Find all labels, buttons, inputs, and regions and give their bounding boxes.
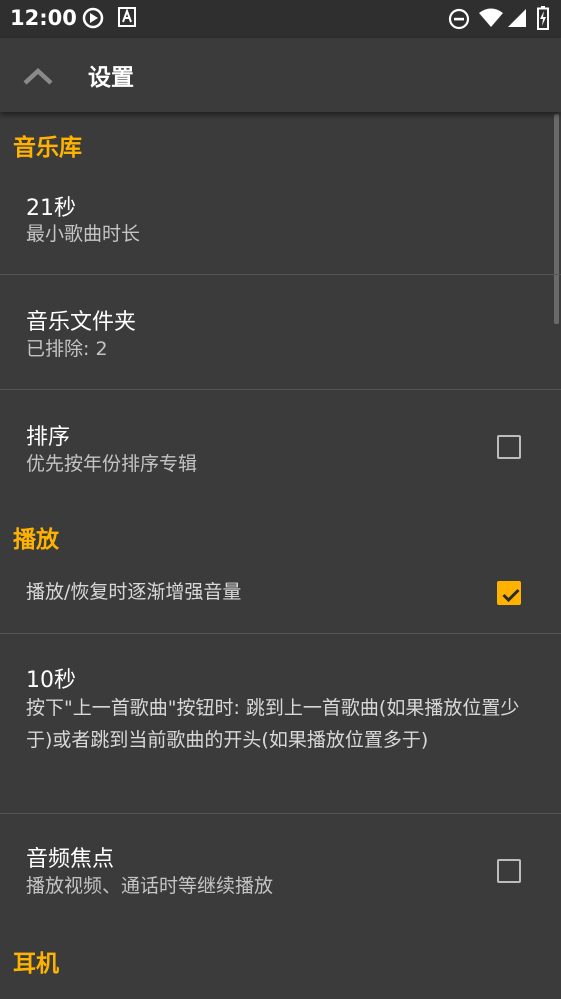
pref-title: 音频焦点 — [26, 847, 115, 872]
scrollbar[interactable] — [554, 114, 559, 324]
divider — [0, 389, 561, 390]
section-header-playback: 播放 — [13, 527, 59, 553]
signal-icon — [507, 8, 527, 32]
status-bar: 12:00 — [0, 0, 561, 38]
pref-summary: 已排除: 2 — [26, 338, 108, 360]
pref-summary: 优先按年份排序专辑 — [26, 453, 198, 475]
page-title: 设置 — [88, 65, 134, 91]
pref-summary: 播放/恢复时逐渐增强音量 — [26, 581, 242, 603]
divider — [0, 633, 561, 634]
pref-title: 音乐文件夹 — [26, 310, 137, 335]
pref-summary: 最小歌曲时长 — [26, 223, 141, 245]
divider — [0, 813, 561, 814]
section-header-library: 音乐库 — [13, 135, 82, 161]
app-bar: 设置 — [0, 38, 561, 112]
pref-title: 排序 — [26, 425, 71, 450]
pref-summary: 播放视频、通话时等继续播放 — [26, 875, 274, 897]
media-play-icon — [82, 7, 104, 33]
pref-summary: 按下"上一首歌曲"按钮时: 跳到上一首歌曲(如果播放位置少于)或者跳到当前歌曲的… — [26, 697, 520, 751]
divider — [0, 274, 561, 275]
wifi-icon — [478, 8, 504, 32]
battery-charging-icon — [537, 6, 549, 34]
section-header-headphones: 耳机 — [13, 951, 59, 977]
do-not-disturb-icon — [448, 8, 470, 34]
keyboard-a-icon — [118, 7, 136, 31]
pref-title: 10秒 — [26, 668, 76, 693]
audio-focus-checkbox[interactable] — [497, 859, 521, 883]
fade-in-checkbox[interactable] — [497, 581, 521, 605]
status-time: 12:00 — [10, 6, 77, 30]
sort-by-year-checkbox[interactable] — [497, 435, 521, 459]
chevron-up-icon[interactable] — [20, 60, 56, 90]
